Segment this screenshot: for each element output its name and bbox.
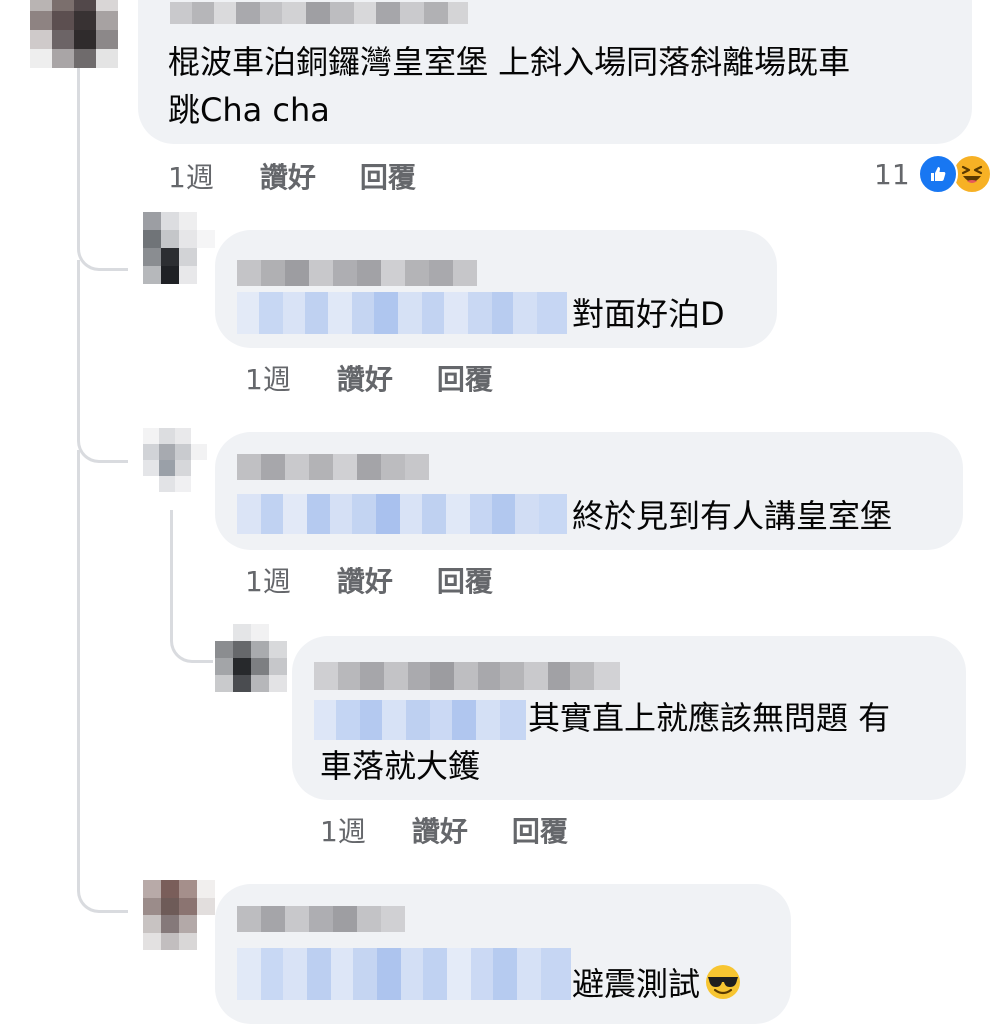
like-reaction-icon <box>917 154 958 194</box>
blurred-author-name[interactable] <box>314 662 620 690</box>
comment-timestamp[interactable]: 1週 <box>245 560 291 600</box>
reply-button[interactable]: 回覆 <box>437 560 493 600</box>
comment-actions: 1週 讚好 回覆 <box>245 560 493 600</box>
thread-connector-line <box>170 510 213 663</box>
blurred-author-name[interactable] <box>170 2 470 24</box>
avatar[interactable] <box>143 212 215 284</box>
like-button[interactable]: 讚好 <box>260 156 316 196</box>
reply-button[interactable]: 回覆 <box>512 810 568 850</box>
comment-actions: 1週 讚好 回覆 <box>320 810 568 850</box>
thread-connector-line <box>77 60 128 271</box>
blurred-mention[interactable] <box>237 292 568 334</box>
blurred-author-name[interactable] <box>237 454 429 480</box>
comment-timestamp[interactable]: 1週 <box>320 810 366 850</box>
comment-text-line: 棍波車泊銅鑼灣皇室堡 上斜入場同落斜離場既車 <box>168 43 851 81</box>
reaction-summary[interactable]: 11 <box>874 154 992 194</box>
comment-actions: 1週 讚好 回覆 <box>168 156 416 196</box>
avatar[interactable] <box>143 428 207 492</box>
like-button[interactable]: 讚好 <box>412 810 468 850</box>
comment-timestamp[interactable]: 1週 <box>168 156 214 196</box>
comment-text-line: 對面好泊D <box>572 295 725 333</box>
comment-timestamp[interactable]: 1週 <box>245 358 291 398</box>
avatar[interactable] <box>30 0 118 68</box>
thread-connector-line <box>77 260 128 463</box>
comment-text-line: 避震測試 <box>572 962 742 1006</box>
blurred-author-name[interactable] <box>237 906 405 932</box>
avatar[interactable] <box>143 880 215 950</box>
blurred-author-name[interactable] <box>237 260 477 286</box>
reply-button[interactable]: 回覆 <box>437 358 493 398</box>
comment-text-line: 車落就大鑊 <box>320 747 481 785</box>
avatar[interactable] <box>215 624 287 692</box>
comment-actions: 1週 讚好 回覆 <box>245 358 493 398</box>
comment-text: 避震測試 <box>572 965 701 1003</box>
smiling-face-with-sunglasses-icon <box>706 965 741 999</box>
comment-text-line: 其實直上就應該無問題 有 <box>528 699 891 737</box>
comment-thread: 棍波車泊銅鑼灣皇室堡 上斜入場同落斜離場既車 跳Cha cha 1週 讚好 回覆… <box>0 0 995 1024</box>
thread-connector-line <box>77 450 128 913</box>
reply-button[interactable]: 回覆 <box>360 156 416 196</box>
blurred-mention[interactable] <box>237 948 571 1000</box>
comment-text-line: 終於見到有人講皇室堡 <box>572 497 893 535</box>
comment-text-line: 跳Cha cha <box>168 91 330 129</box>
blurred-mention[interactable] <box>314 700 526 740</box>
like-button[interactable]: 讚好 <box>337 358 393 398</box>
like-button[interactable]: 讚好 <box>337 560 393 600</box>
blurred-mention[interactable] <box>237 494 568 534</box>
reaction-count: 11 <box>874 157 910 191</box>
haha-reaction-icon <box>951 154 992 194</box>
